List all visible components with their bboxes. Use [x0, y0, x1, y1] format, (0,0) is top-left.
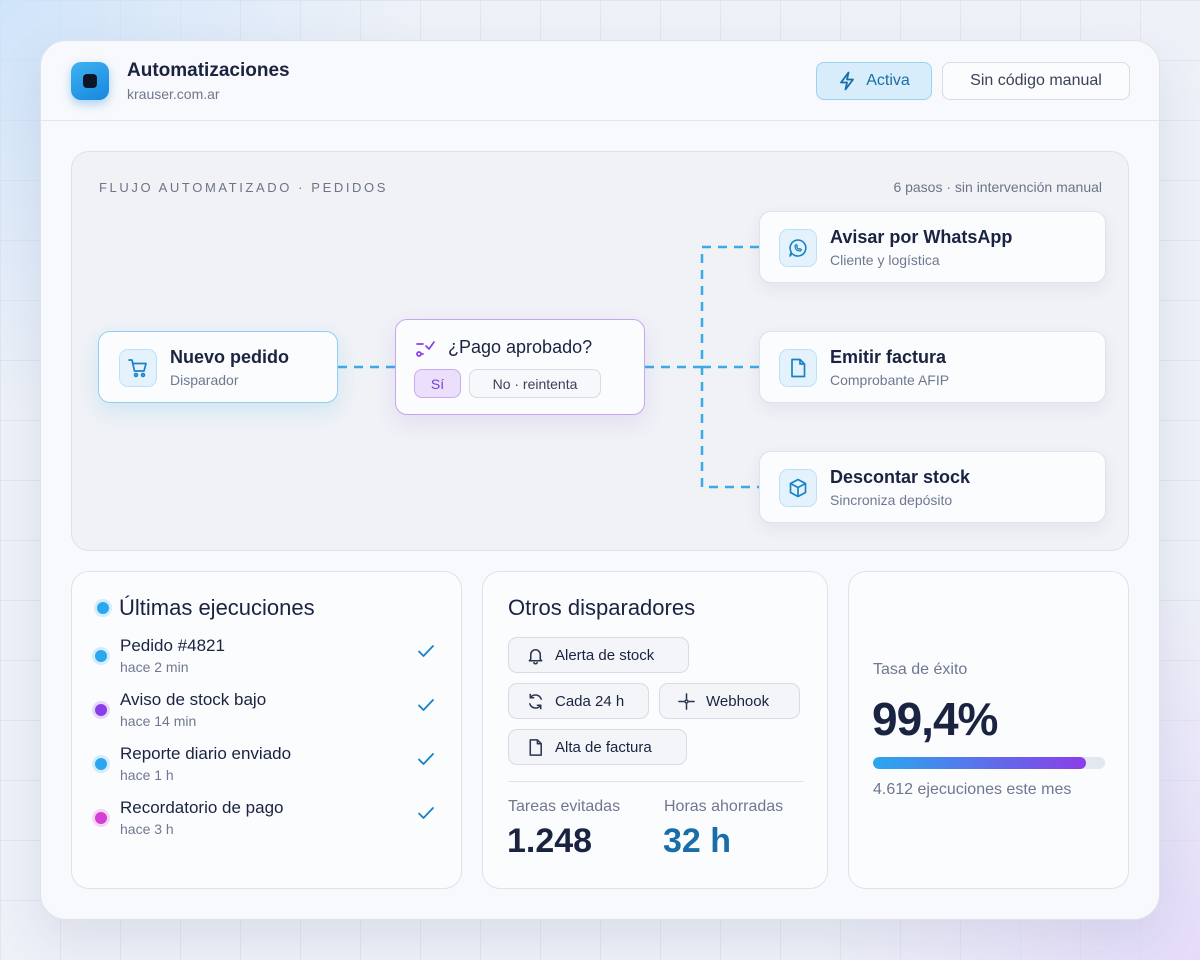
automations-panel: Automatizaciones krauser.com.ar Activa S… [40, 40, 1160, 920]
other-triggers-card: Otros disparadores Alerta de stock Cada … [482, 571, 828, 889]
check-icon [418, 753, 434, 765]
success-rate-value: 99,4% [872, 693, 998, 745]
webhook-icon [678, 692, 695, 710]
active-button-label: Activa [866, 72, 910, 89]
action-title-invoice: Emitir factura [830, 347, 947, 367]
action-subtitle-stock: Sincroniza depósito [830, 492, 953, 508]
other-triggers-heading: Otros disparadores [508, 595, 696, 620]
action-subtitle-whatsapp: Cliente y logística [830, 252, 940, 268]
action-title-stock: Descontar stock [830, 467, 971, 487]
document-icon [779, 349, 817, 387]
run-title: Aviso de stock bajo [120, 690, 267, 709]
trigger-subtitle: Disparador [170, 372, 239, 388]
run-title: Recordatorio de pago [120, 798, 284, 817]
chip-label: Cada 24 h [555, 692, 625, 710]
run-time: hace 1 h [120, 767, 174, 783]
run-time: hace 14 min [120, 713, 197, 729]
refresh-icon [529, 693, 542, 709]
panel-header: Automatizaciones krauser.com.ar Activa S… [41, 41, 1159, 121]
run-status-dot [95, 758, 107, 770]
trigger-chip-stock-alert[interactable]: Alerta de stock [508, 637, 689, 673]
action-node-stock[interactable]: Descontar stock Sincroniza depósito [759, 451, 1106, 523]
chip-label: Alta de factura [555, 738, 652, 756]
run-title: Reporte diario enviado [120, 744, 292, 763]
success-rate-card: Tasa de éxito 99,4% 4.612 ejecuciones es… [848, 571, 1129, 889]
decision-yes-pill[interactable]: Sí [414, 369, 461, 398]
action-title-whatsapp: Avisar por WhatsApp [830, 227, 1013, 247]
action-subtitle-invoice: Comprobante AFIP [830, 372, 950, 388]
flow-canvas: FLUJO AUTOMATIZADO · PEDIDOS 6 pasos · s… [71, 151, 1129, 551]
whatsapp-icon [779, 229, 817, 267]
app-domain: krauser.com.ar [127, 86, 220, 102]
run-time: hace 2 min [120, 659, 189, 675]
box-icon [779, 469, 817, 507]
trigger-title: Nuevo pedido [170, 347, 290, 367]
run-item[interactable]: Aviso de stock bajo hace 14 min [72, 690, 461, 740]
decision-title: ¿Pago aprobado? [448, 337, 593, 357]
check-icon [418, 807, 434, 819]
hours-saved-value: 32 h [663, 822, 732, 860]
run-title: Pedido #4821 [120, 636, 225, 655]
bolt-icon [840, 71, 855, 91]
success-rate-label: Tasa de éxito [873, 661, 968, 678]
run-status-dot [95, 650, 107, 662]
action-node-whatsapp[interactable]: Avisar por WhatsApp Cliente y logística [759, 211, 1106, 283]
tasks-avoided-label: Tareas evitadas [508, 798, 621, 815]
stats-divider [508, 781, 804, 782]
run-status-dot [95, 812, 107, 824]
decision-no-pill[interactable]: No · reintenta [469, 369, 601, 398]
success-rate-subtitle: 4.612 ejecuciones este mes [873, 781, 1072, 798]
decision-node[interactable]: ¿Pago aprobado? Sí No · reintenta [395, 319, 645, 415]
trigger-chip-new-invoice[interactable]: Alta de factura [508, 729, 687, 765]
success-rate-bar [873, 757, 1105, 769]
tasks-avoided-value: 1.248 [507, 822, 593, 860]
document-icon [529, 738, 542, 756]
chip-label: Webhook [706, 692, 770, 710]
trigger-node[interactable]: Nuevo pedido Disparador [98, 331, 338, 403]
recent-runs-heading: Últimas ejecuciones [119, 595, 315, 620]
branch-icon [416, 341, 435, 357]
run-time: hace 3 h [120, 821, 174, 837]
run-item[interactable]: Recordatorio de pago hace 3 h [72, 798, 461, 848]
app-logo [71, 62, 109, 100]
run-status-dot [95, 704, 107, 716]
hours-saved-label: Horas ahorradas [664, 798, 784, 815]
bell-icon [528, 648, 543, 664]
run-item[interactable]: Reporte diario enviado hace 1 h [72, 744, 461, 794]
cart-icon [119, 349, 157, 387]
trigger-chip-every-24h[interactable]: Cada 24 h [508, 683, 649, 719]
active-toggle-button[interactable]: Activa [816, 62, 932, 100]
heading-status-dot [97, 602, 109, 614]
action-node-invoice[interactable]: Emitir factura Comprobante AFIP [759, 331, 1106, 403]
check-icon [418, 699, 434, 711]
run-item[interactable]: Pedido #4821 hace 2 min [72, 636, 461, 686]
check-icon [418, 645, 434, 657]
no-code-button[interactable]: Sin código manual [942, 62, 1130, 100]
app-title: Automatizaciones [127, 60, 290, 81]
success-rate-bar-fill [873, 757, 1087, 769]
recent-runs-card: Últimas ejecuciones Pedido #4821 hace 2 … [71, 571, 462, 889]
chip-label: Alerta de stock [555, 646, 655, 664]
trigger-chip-webhook[interactable]: Webhook [659, 683, 800, 719]
